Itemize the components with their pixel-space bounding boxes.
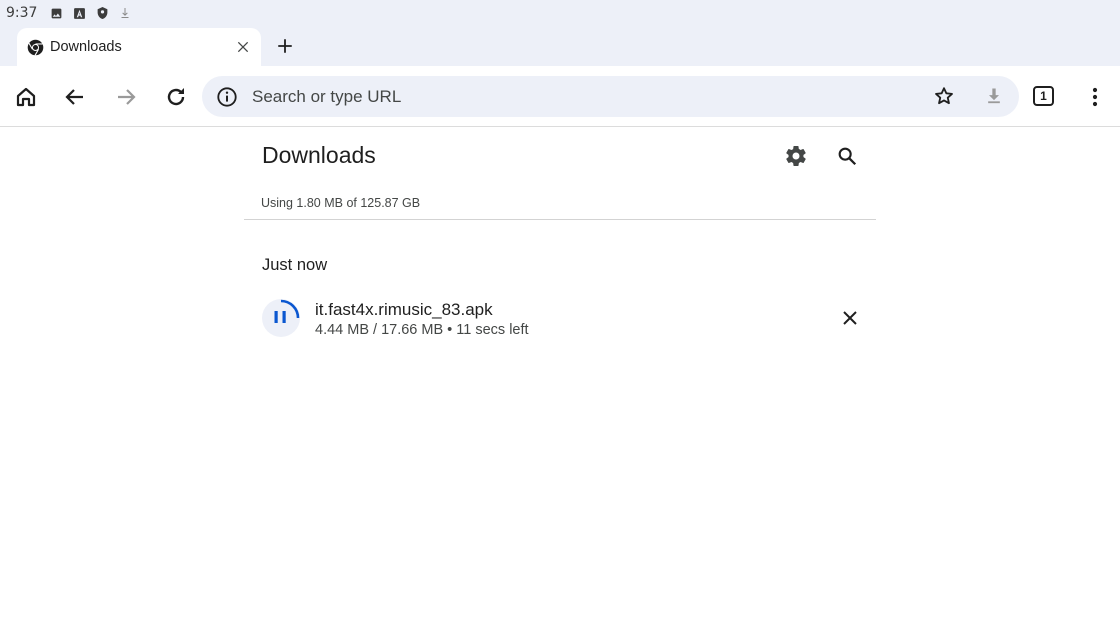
download-status: 4.44 MB / 17.66 MB • 11 secs left — [315, 322, 529, 338]
tab-strip: Downloads — [0, 26, 1120, 66]
new-tab-button[interactable] — [272, 34, 298, 58]
divider — [244, 219, 876, 220]
back-icon[interactable] — [59, 81, 91, 113]
image-icon — [49, 6, 63, 20]
tab-switcher-icon[interactable]: 1 — [1033, 86, 1054, 106]
settings-gear-icon[interactable] — [783, 143, 809, 169]
a-letter-icon — [72, 6, 86, 20]
omnibox[interactable]: Search or type URL — [202, 76, 1019, 117]
shield-icon — [95, 6, 109, 20]
download-item[interactable]: it.fast4x.rimusic_83.apk 4.44 MB / 17.66… — [258, 294, 870, 344]
more-vert-icon[interactable] — [1079, 81, 1111, 113]
info-icon[interactable] — [215, 85, 239, 109]
download-icon[interactable] — [982, 84, 1006, 108]
download-filename[interactable]: it.fast4x.rimusic_83.apk — [315, 300, 493, 320]
forward-icon[interactable] — [110, 81, 142, 113]
tab-title: Downloads — [50, 39, 122, 55]
tab-downloads[interactable]: Downloads — [17, 28, 261, 66]
omnibox-placeholder[interactable]: Search or type URL — [252, 87, 401, 107]
home-icon[interactable] — [10, 81, 42, 113]
storage-info: Using 1.80 MB of 125.87 GB — [261, 196, 421, 210]
section-header-just-now: Just now — [262, 256, 328, 274]
reload-icon[interactable] — [160, 81, 192, 113]
pause-icon — [274, 311, 278, 323]
status-bar: 9:37 — [0, 0, 1120, 26]
download-arrow-icon — [118, 6, 132, 20]
close-tab-icon[interactable] — [233, 37, 253, 57]
toolbar: Search or type URL 1 — [0, 66, 1120, 127]
chrome-icon — [27, 39, 44, 56]
star-icon[interactable] — [932, 84, 956, 108]
download-progress-pause-button[interactable] — [260, 297, 302, 339]
page-title: Downloads — [262, 142, 376, 168]
status-time: 9:37 — [6, 5, 38, 21]
search-icon[interactable] — [834, 143, 860, 169]
cancel-download-icon[interactable] — [838, 306, 862, 330]
